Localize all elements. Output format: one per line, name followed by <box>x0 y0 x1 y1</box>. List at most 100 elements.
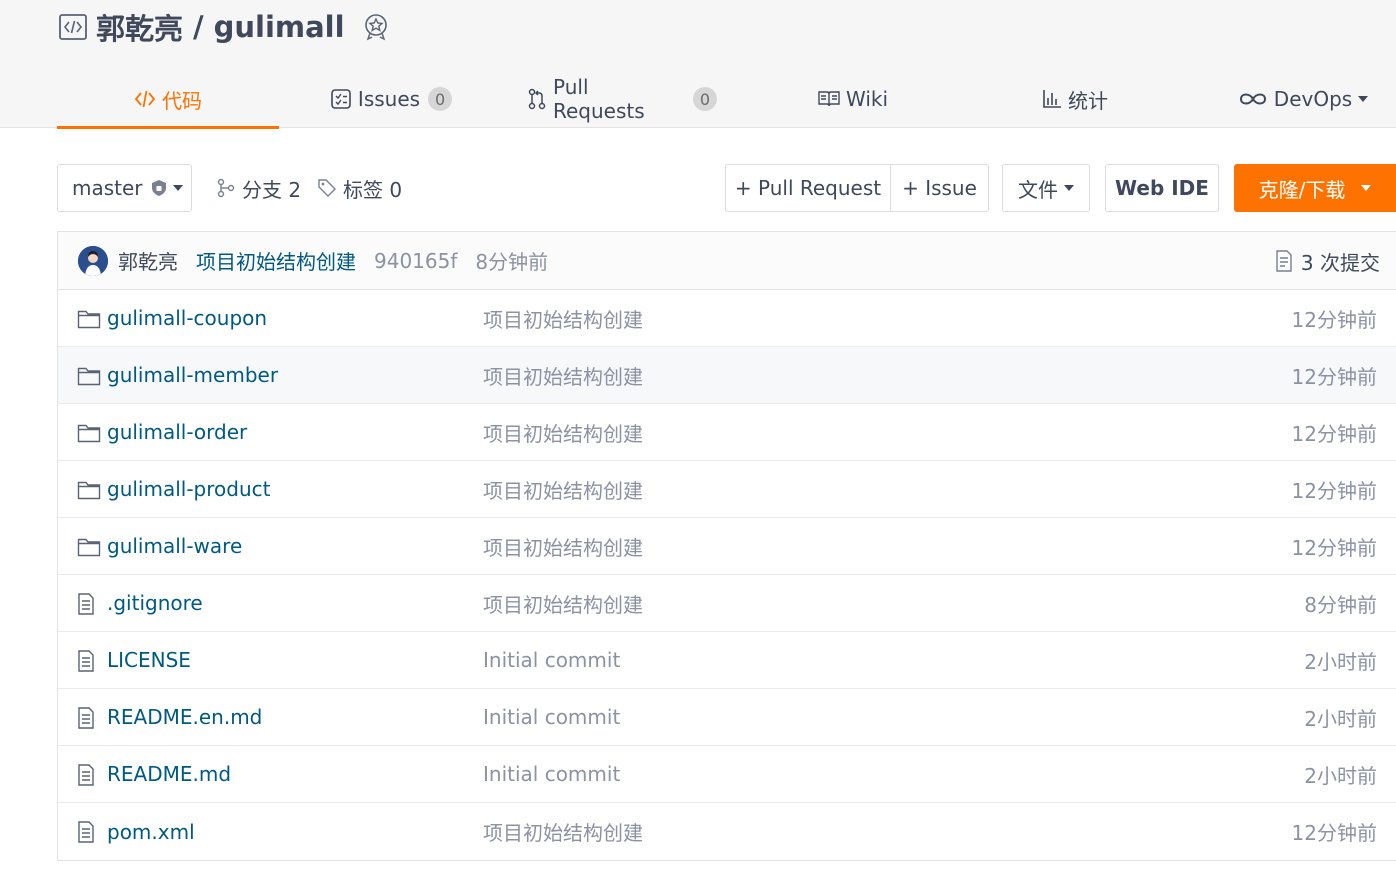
file-commit-message-link[interactable]: 项目初始结构创建 <box>483 532 643 561</box>
folder-icon <box>77 290 101 347</box>
file-commit-time: 12分钟前 <box>1291 421 1377 446</box>
file-icon <box>77 803 95 860</box>
code-icon <box>134 89 156 109</box>
file-commit-time: 12分钟前 <box>1291 364 1377 389</box>
commit-count-label: 3 次提交 <box>1300 250 1380 275</box>
repo-owner-link[interactable]: 郭乾亮 <box>96 6 183 48</box>
table-row[interactable]: README.md Initial commit 2小时前 <box>58 746 1396 803</box>
bar-chart-icon <box>1042 89 1062 109</box>
tab-pull-requests-label: Pull Requests <box>553 75 645 123</box>
file-commit-time: 12分钟前 <box>1291 478 1377 503</box>
file-commit-message-link[interactable]: Initial commit <box>483 648 620 672</box>
file-commit-time: 2小时前 <box>1304 649 1377 674</box>
web-ide-button[interactable]: Web IDE <box>1105 164 1219 212</box>
table-row[interactable]: .gitignore 项目初始结构创建 8分钟前 <box>58 575 1396 632</box>
new-issue-button[interactable]: + Issue <box>891 165 988 211</box>
table-row[interactable]: LICENSE Initial commit 2小时前 <box>58 632 1396 689</box>
tab-statistics-label: 统计 <box>1068 88 1108 113</box>
file-name-link[interactable]: README.md <box>107 762 231 786</box>
file-name-link[interactable]: LICENSE <box>107 648 191 672</box>
file-icon <box>77 746 95 803</box>
book-icon <box>818 90 840 108</box>
file-commit-time: 12分钟前 <box>1291 821 1377 845</box>
repo-header: 郭乾亮 / gulimall 代码 Issues 0 Pull Requests… <box>0 0 1396 129</box>
branch-icon <box>216 178 236 198</box>
repo-name-link[interactable]: gulimall <box>214 10 345 44</box>
file-name-link[interactable]: gulimall-order <box>107 420 247 444</box>
clone-download-label: 克隆/下载 <box>1258 177 1346 202</box>
tab-code-label: 代码 <box>162 88 202 113</box>
folder-icon <box>77 461 101 518</box>
tags-link[interactable]: 标签 0 <box>317 164 402 212</box>
tab-devops-label: DevOps <box>1273 87 1353 111</box>
infinity-icon <box>1238 91 1268 107</box>
file-name-link[interactable]: README.en.md <box>107 705 262 729</box>
file-name-link[interactable]: gulimall-coupon <box>107 306 267 330</box>
file-commit-time: 8分钟前 <box>1304 592 1377 617</box>
branch-select[interactable]: master <box>57 164 192 212</box>
file-commit-message-link[interactable]: 项目初始结构创建 <box>483 475 643 504</box>
file-name-link[interactable]: gulimall-product <box>107 477 270 501</box>
tags-count: 标签 0 <box>343 177 403 202</box>
file-commit-message-link[interactable]: 项目初始结构创建 <box>483 418 643 447</box>
branches-link[interactable]: 分支 2 <box>216 164 301 212</box>
chevron-down-icon <box>1358 96 1369 102</box>
table-row[interactable]: README.en.md Initial commit 2小时前 <box>58 689 1396 746</box>
file-icon <box>77 632 95 689</box>
code-repo-icon <box>58 12 88 42</box>
commit-hash-link[interactable]: 940165f <box>374 249 457 273</box>
file-list: 郭乾亮 项目初始结构创建 940165f 8分钟前 3 次提交 gulimall… <box>57 231 1396 861</box>
file-rows: gulimall-coupon 项目初始结构创建 12分钟前 gulimall-mem… <box>58 290 1396 860</box>
file-icon <box>77 575 95 632</box>
tab-devops[interactable]: DevOps <box>1233 70 1373 128</box>
folder-icon <box>77 404 101 461</box>
commit-message-link[interactable]: 项目初始结构创建 <box>196 246 356 275</box>
file-menu-button[interactable]: 文件 <box>1002 164 1090 212</box>
commits-icon <box>1275 250 1293 272</box>
branches-count: 分支 2 <box>242 177 302 202</box>
file-commit-message-link[interactable]: 项目初始结构创建 <box>483 589 643 618</box>
file-commit-time: 2小时前 <box>1304 706 1377 731</box>
avatar[interactable] <box>78 245 108 276</box>
file-name-link[interactable]: .gitignore <box>107 591 203 615</box>
commit-count-link[interactable]: 3 次提交 <box>1275 232 1380 290</box>
file-name-link[interactable]: gulimall-member <box>107 363 278 387</box>
file-commit-message-link[interactable]: 项目初始结构创建 <box>483 361 643 390</box>
table-row[interactable]: gulimall-product 项目初始结构创建 12分钟前 <box>58 461 1396 518</box>
folder-icon <box>77 518 101 575</box>
recommended-badge-icon[interactable] <box>361 12 391 42</box>
table-row[interactable]: pom.xml 项目初始结构创建 12分钟前 <box>58 803 1396 860</box>
chevron-down-icon <box>172 185 183 191</box>
new-pull-request-button[interactable]: + Pull Request <box>726 165 891 211</box>
folder-icon <box>77 347 101 404</box>
file-commit-message-link[interactable]: Initial commit <box>483 705 620 729</box>
table-row[interactable]: gulimall-ware 项目初始结构创建 12分钟前 <box>58 518 1396 575</box>
table-row[interactable]: gulimall-order 项目初始结构创建 12分钟前 <box>58 404 1396 461</box>
file-commit-message-link[interactable]: 项目初始结构创建 <box>483 304 643 333</box>
chevron-down-icon <box>1361 185 1372 191</box>
commit-time: 8分钟前 <box>475 250 549 274</box>
tab-issues-label: Issues <box>357 87 421 111</box>
table-row[interactable]: gulimall-coupon 项目初始结构创建 12分钟前 <box>58 290 1396 347</box>
file-commit-time: 12分钟前 <box>1291 307 1377 332</box>
commit-author-link[interactable]: 郭乾亮 <box>118 246 178 275</box>
tab-pull-requests[interactable]: Pull Requests 0 <box>527 70 717 128</box>
table-row[interactable]: gulimall-member 项目初始结构创建 12分钟前 <box>58 347 1396 404</box>
tab-statistics[interactable]: 统计 <box>1035 70 1115 128</box>
file-menu-label: 文件 <box>1018 177 1058 202</box>
tab-issues[interactable]: Issues 0 <box>329 70 453 128</box>
file-name-link[interactable]: gulimall-ware <box>107 534 242 558</box>
chevron-down-icon <box>1064 185 1074 191</box>
issues-count-badge: 0 <box>428 87 453 111</box>
tab-wiki[interactable]: Wiki <box>813 70 893 128</box>
file-commit-message-link[interactable]: Initial commit <box>483 762 620 786</box>
file-name-link[interactable]: pom.xml <box>107 820 195 844</box>
file-icon <box>77 689 95 746</box>
repo-title: 郭乾亮 / gulimall <box>58 6 391 48</box>
clone-download-button[interactable]: 克隆/下载 <box>1234 164 1396 212</box>
tag-icon <box>317 178 337 198</box>
file-commit-message-link[interactable]: 项目初始结构创建 <box>483 817 643 846</box>
latest-commit-bar: 郭乾亮 项目初始结构创建 940165f 8分钟前 3 次提交 <box>58 232 1396 290</box>
branch-select-value: master <box>72 176 143 200</box>
tab-code[interactable]: 代码 <box>57 70 279 129</box>
